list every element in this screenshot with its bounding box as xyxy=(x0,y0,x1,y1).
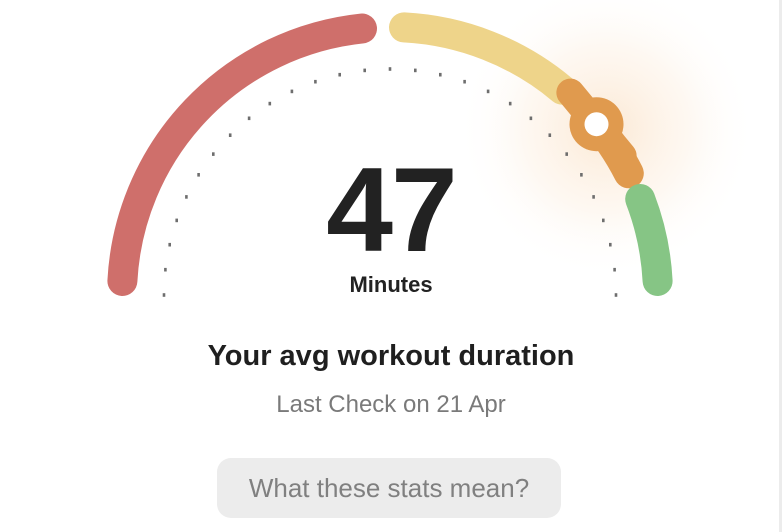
gauge-tick xyxy=(175,218,178,223)
gauge-tick xyxy=(508,101,512,106)
gauge-tick xyxy=(290,89,294,94)
gauge-tick xyxy=(529,116,533,121)
last-check-text: Last Check on 21 Apr xyxy=(276,391,506,418)
gauge-tick xyxy=(388,67,392,71)
gauge-tick xyxy=(268,101,272,106)
gauge-tick xyxy=(363,68,366,73)
gauge-segment-high xyxy=(625,184,673,296)
gauge-tick xyxy=(613,267,616,272)
gauge-tick xyxy=(197,173,200,177)
knob-hole xyxy=(584,112,609,137)
gauge-tick xyxy=(212,152,215,156)
gauge-tick xyxy=(414,68,417,73)
gauge-tick xyxy=(602,218,605,223)
gauge-tick xyxy=(162,293,166,297)
gauge-tick xyxy=(486,89,490,94)
card-title: Your avg workout duration xyxy=(207,340,575,372)
gauge-tick xyxy=(247,116,251,121)
gauge-tick xyxy=(592,195,595,199)
stats-info-button[interactable]: What these stats mean? xyxy=(217,458,561,518)
gauge-tick xyxy=(314,79,317,84)
gauge-tick xyxy=(164,267,167,272)
gauge-tick xyxy=(580,173,583,177)
workout-gauge: 47 Minutes xyxy=(0,0,782,330)
gauge-unit-label: Minutes xyxy=(349,272,433,297)
gauge-tick xyxy=(614,293,618,297)
gauge-tick xyxy=(228,133,232,137)
gauge-tick xyxy=(439,72,442,77)
gauge-value: 47 xyxy=(326,143,457,277)
gauge-tick xyxy=(185,195,188,199)
gauge-tick xyxy=(565,152,568,156)
gauge-tick xyxy=(609,242,612,247)
gauge-tick xyxy=(168,242,171,247)
gauge-tick xyxy=(548,133,552,137)
gauge-tick xyxy=(338,72,341,77)
gauge-tick xyxy=(463,79,466,84)
